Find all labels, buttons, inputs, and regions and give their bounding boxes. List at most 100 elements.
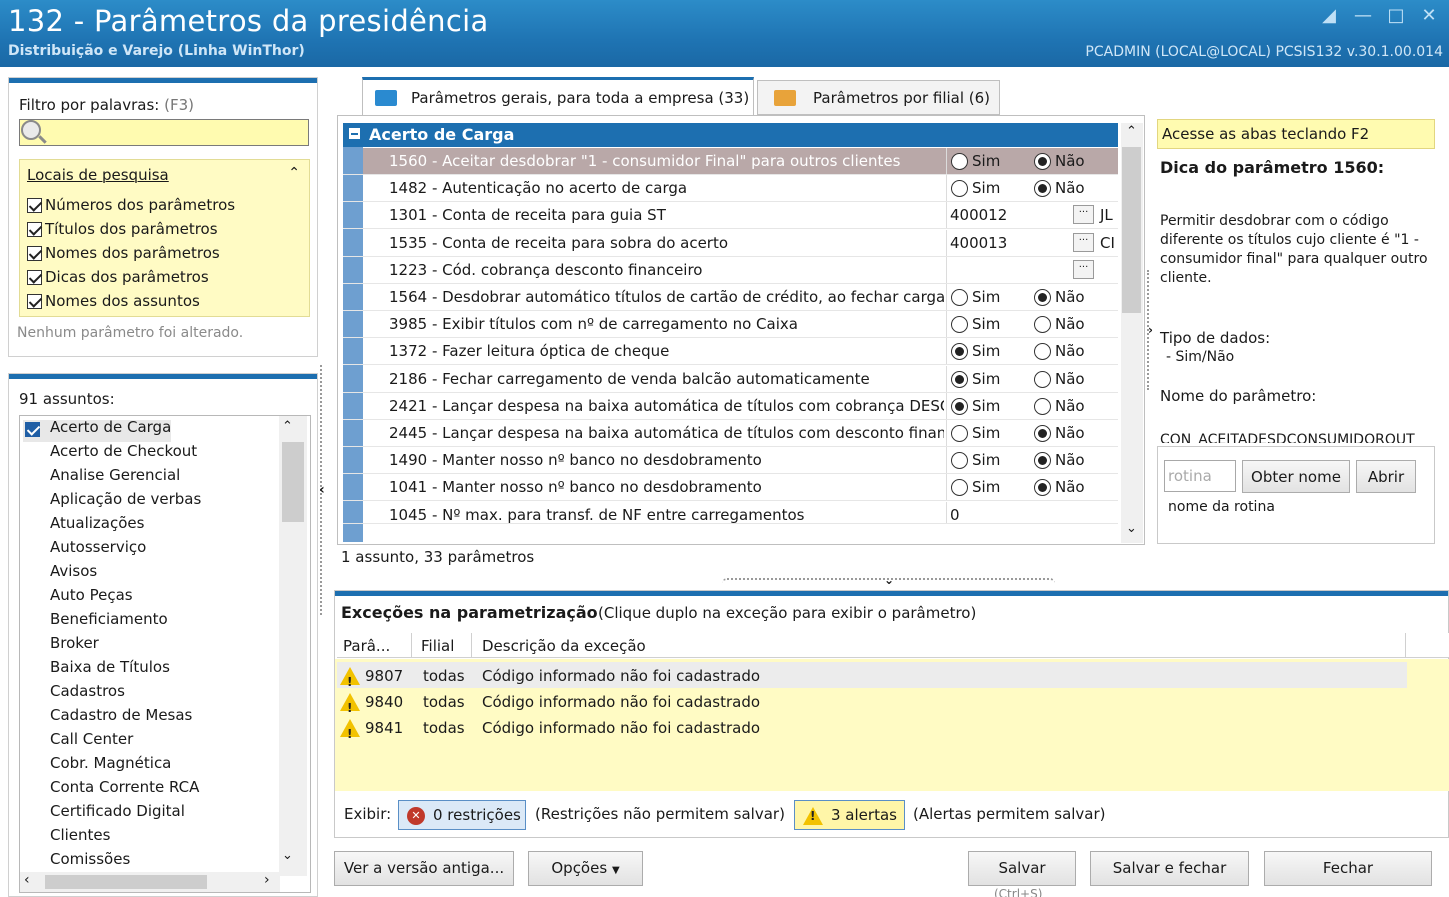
option-param-names[interactable]: Nomes dos parâmetros: [27, 244, 220, 262]
checkbox-icon[interactable]: [27, 198, 42, 213]
param-row[interactable]: 3985 - Exibir títulos com nº de carregam…: [343, 311, 1118, 339]
options-button[interactable]: Opções ▼: [528, 851, 643, 886]
option-sim[interactable]: Sim: [951, 474, 1000, 500]
expand-right-icon[interactable]: ›: [1148, 323, 1153, 337]
param-row[interactable]: 1490 - Manter nosso nº banco no desdobra…: [343, 447, 1118, 475]
option-sim[interactable]: Sim: [951, 175, 1000, 201]
option-nao[interactable]: Não: [1034, 311, 1085, 337]
radio-icon[interactable]: [951, 452, 968, 470]
radio-icon[interactable]: [1034, 343, 1051, 361]
subject-item[interactable]: Avisos: [50, 562, 97, 580]
text-value[interactable]: 0: [950, 502, 960, 523]
radio-icon[interactable]: [951, 316, 968, 334]
option-param-titles[interactable]: Títulos dos parâmetros: [27, 220, 218, 238]
checkbox-icon[interactable]: [27, 222, 42, 237]
radio-icon[interactable]: [951, 153, 968, 170]
scroll-up-icon[interactable]: ⌃: [282, 419, 293, 434]
subject-item[interactable]: Acerto de Carga: [50, 418, 171, 436]
minimize-icon[interactable]: —: [1352, 6, 1374, 26]
radio-icon[interactable]: [1034, 153, 1051, 170]
param-row[interactable]: 1223 - Cód. cobrança desconto financeiro…: [343, 256, 1118, 284]
lookup-button[interactable]: ···: [1073, 232, 1094, 252]
param-row[interactable]: 1564 - Desdobrar automático títulos de c…: [343, 284, 1118, 311]
routine-input[interactable]: rotina: [1164, 460, 1236, 492]
subject-item[interactable]: Baixa de Títulos: [50, 658, 170, 676]
option-nao[interactable]: Não: [1034, 338, 1085, 364]
maximize-icon[interactable]: □: [1385, 6, 1407, 26]
search-input[interactable]: [19, 119, 309, 146]
grid-scrollbar[interactable]: ⌃ ⌄: [1121, 123, 1143, 543]
option-sim[interactable]: Sim: [951, 393, 1000, 419]
option-nao[interactable]: Não: [1034, 175, 1085, 201]
collapse-left-icon[interactable]: ‹: [319, 482, 325, 498]
open-button[interactable]: Abrir: [1356, 460, 1416, 493]
radio-icon[interactable]: [1034, 397, 1051, 415]
option-sim[interactable]: Sim: [951, 420, 1000, 446]
radio-icon[interactable]: [951, 180, 968, 198]
scroll-thumb[interactable]: [1122, 147, 1141, 313]
tab-branch[interactable]: Parâmetros por filial (6): [757, 80, 1000, 115]
col-param[interactable]: Parâ...: [343, 637, 390, 655]
subject-item[interactable]: Aplicação de verbas: [50, 490, 201, 508]
param-row[interactable]: 1560 - Aceitar desdobrar "1 - consumidor…: [343, 148, 1118, 175]
close-button[interactable]: Fechar: [1264, 851, 1432, 886]
col-branch[interactable]: Filial: [421, 637, 454, 655]
subject-item[interactable]: Comissões: [50, 850, 130, 870]
subject-item[interactable]: Conta Corrente RCA: [50, 778, 199, 796]
option-nao[interactable]: Não: [1034, 474, 1085, 500]
radio-icon[interactable]: [1034, 180, 1051, 198]
subject-item[interactable]: Atualizações: [50, 514, 144, 532]
option-param-numbers[interactable]: Números dos parâmetros: [27, 196, 235, 214]
option-subject-names[interactable]: Nomes dos assuntos: [27, 292, 200, 310]
option-sim[interactable]: Sim: [951, 311, 1000, 337]
option-sim[interactable]: Sim: [951, 284, 1000, 310]
radio-icon[interactable]: [951, 289, 968, 306]
subjects-scrollbar[interactable]: ⌃ ⌄: [279, 416, 307, 876]
option-nao[interactable]: Não: [1034, 393, 1085, 419]
radio-icon[interactable]: [951, 425, 968, 442]
subject-item[interactable]: Cobr. Magnética: [50, 754, 171, 772]
save-button[interactable]: Salvar: [968, 851, 1076, 886]
scroll-up-icon[interactable]: ⌃: [1126, 124, 1137, 139]
radio-icon[interactable]: [1034, 370, 1051, 388]
subject-item[interactable]: Cadastro de Mesas: [50, 706, 192, 724]
radio-icon[interactable]: [1034, 479, 1051, 497]
exception-row[interactable]: ! 9840 todas Código informado não foi ca…: [337, 689, 1407, 715]
option-param-tips[interactable]: Dicas dos parâmetros: [27, 268, 209, 286]
option-nao[interactable]: Não: [1034, 366, 1085, 392]
lookup-value[interactable]: 400012: [950, 202, 1007, 228]
lookup-value[interactable]: 400013: [950, 230, 1007, 256]
save-close-button[interactable]: Salvar e fechar: [1090, 851, 1249, 886]
subjects-hscrollbar[interactable]: ‹ ›: [20, 872, 280, 892]
radio-icon[interactable]: [951, 370, 968, 388]
option-sim[interactable]: Sim: [951, 148, 1000, 174]
subject-item[interactable]: Analise Gerencial: [50, 466, 180, 484]
param-row[interactable]: 1045 - Nº max. para transf. de NF entre …: [343, 501, 1118, 524]
group-header[interactable]: Acerto de Carga: [343, 123, 1118, 147]
collapse-down-icon[interactable]: ⌄: [884, 573, 894, 587]
restore-icon[interactable]: ◢: [1318, 6, 1340, 26]
subject-item[interactable]: Autosserviço: [50, 538, 146, 556]
radio-icon[interactable]: [1034, 452, 1051, 470]
subject-item[interactable]: Broker: [50, 634, 99, 652]
radio-icon[interactable]: [1034, 289, 1051, 306]
collapse-group-icon[interactable]: [349, 128, 360, 139]
hscroll-thumb[interactable]: [45, 875, 207, 889]
param-row[interactable]: 1041 - Manter nosso nº banco no desdobra…: [343, 474, 1118, 502]
collapse-icon[interactable]: ⌃: [288, 165, 300, 181]
option-sim[interactable]: Sim: [951, 338, 1000, 364]
param-row[interactable]: 1372 - Fazer leitura óptica de cheque Sim…: [343, 338, 1118, 366]
tab-general[interactable]: Parâmetros gerais, para toda a empresa (…: [362, 77, 754, 117]
subject-item[interactable]: Acerto de Checkout: [50, 442, 197, 460]
radio-icon[interactable]: [951, 397, 968, 415]
option-nao[interactable]: Não: [1034, 447, 1085, 473]
old-version-button[interactable]: Ver a versão antiga...: [334, 851, 514, 886]
subject-item[interactable]: Beneficiamento: [50, 610, 168, 628]
checkbox-icon[interactable]: [27, 270, 42, 285]
exception-row[interactable]: ! 9807 todas Código informado não foi ca…: [337, 663, 1407, 689]
param-row[interactable]: 1482 - Autenticação no acerto de carga Si…: [343, 175, 1118, 203]
subject-item[interactable]: Auto Peças: [50, 586, 133, 604]
radio-icon[interactable]: [1034, 425, 1051, 442]
checkbox-icon[interactable]: [27, 246, 42, 261]
subject-item[interactable]: Call Center: [50, 730, 133, 748]
